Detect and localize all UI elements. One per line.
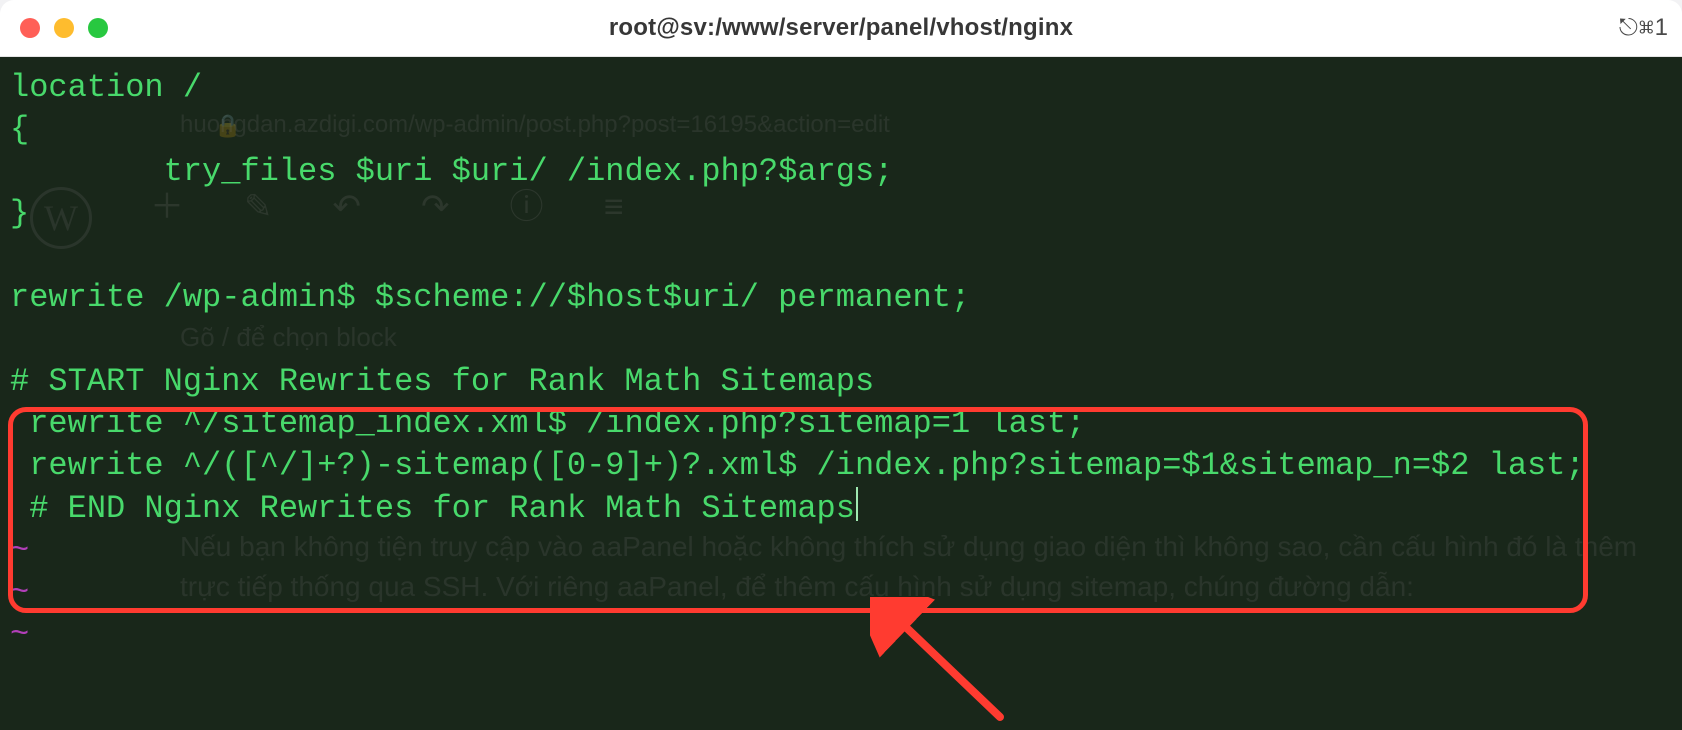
- minimize-button[interactable]: [54, 18, 74, 38]
- keyboard-shortcut-indicator: ⎋⌘1: [1619, 14, 1668, 42]
- window-title: root@sv:/www/server/panel/vhost/nginx: [0, 14, 1682, 42]
- zoom-button[interactable]: [88, 18, 108, 38]
- window-controls: [20, 18, 108, 38]
- terminal-text[interactable]: location / { try_files $uri $uri/ /index…: [10, 67, 1672, 656]
- close-button[interactable]: [20, 18, 40, 38]
- terminal-window: root@sv:/www/server/panel/vhost/nginx ⎋⌘…: [0, 0, 1682, 730]
- terminal-body[interactable]: 🔒 huongdan.azdigi.com/wp-admin/post.php?…: [0, 57, 1682, 730]
- title-bar: root@sv:/www/server/panel/vhost/nginx ⎋⌘…: [0, 0, 1682, 57]
